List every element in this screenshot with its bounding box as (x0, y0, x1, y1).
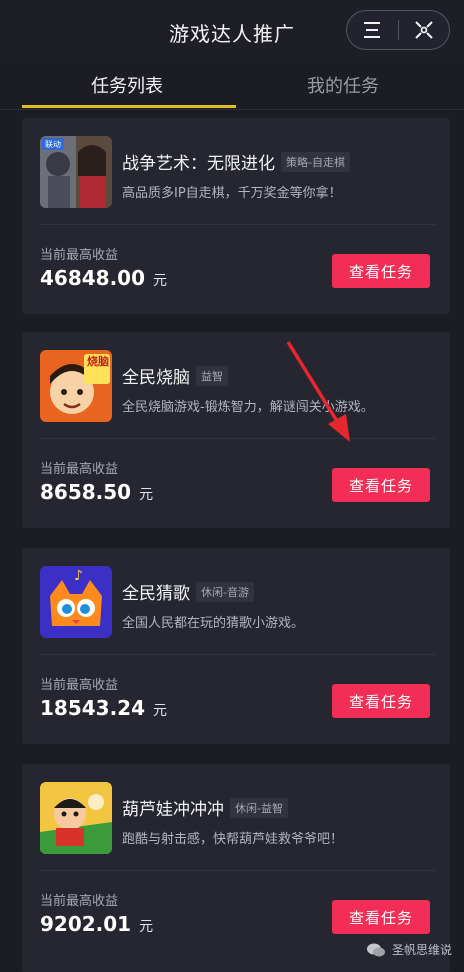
game-description: 全国人民都在玩的猜歌小游戏。 (122, 616, 305, 631)
card-divider (40, 654, 436, 655)
game-name: 战争艺术：无限进化 (122, 154, 275, 174)
view-task-button[interactable]: 查看任务 (332, 684, 430, 718)
header-actions (346, 10, 450, 50)
earnings-unit: 元 (139, 487, 154, 503)
watermark-text: 圣帆思维说 (391, 943, 452, 957)
game-icon-shaonao: 烧脑 (40, 350, 112, 422)
wechat-icon (366, 943, 385, 956)
svg-text:♪: ♪ (74, 568, 83, 584)
earnings-value: 18543.24 (40, 696, 146, 720)
game-icon-caige: ♪ (40, 566, 112, 638)
game-icon-zhanzheng: 联动 (40, 136, 112, 208)
earnings-unit: 元 (153, 273, 168, 289)
earnings-value: 8658.50 (40, 480, 132, 504)
task-card: ♪ 全民猜歌 休闲-音游 全国人民都在玩的猜歌小游戏。 当前最高收益 18543… (22, 548, 450, 744)
earnings-amount: 9202.01 元 (40, 912, 153, 936)
annotation-arrow-icon (286, 341, 350, 442)
earnings-label: 当前最高收益 (40, 894, 119, 909)
tab-bar: 任务列表 我的任务 (0, 58, 464, 110)
icon-caption: 烧脑 (87, 355, 109, 368)
menu-icon (364, 22, 381, 38)
earnings-amount: 18543.24 元 (40, 696, 167, 720)
earnings-amount: 46848.00 元 (40, 266, 167, 290)
game-tag: 益智 (196, 365, 228, 386)
view-task-button[interactable]: 查看任务 (332, 900, 430, 934)
earnings-label: 当前最高收益 (40, 248, 119, 263)
game-tag: 休闲-益智 (230, 797, 288, 818)
earnings-label: 当前最高收益 (40, 462, 119, 477)
earnings-unit: 元 (139, 919, 154, 935)
watermark: 圣帆思维说 (366, 941, 452, 958)
view-task-button[interactable]: 查看任务 (332, 468, 430, 502)
game-title: 全民烧脑 益智 (122, 363, 228, 388)
earnings-value: 9202.01 (40, 912, 132, 936)
tab-task-list[interactable]: 任务列表 (27, 72, 227, 98)
game-name: 葫芦娃冲冲冲 (122, 800, 224, 820)
game-icon-huluwa (40, 782, 112, 854)
tab-my-tasks[interactable]: 我的任务 (243, 72, 443, 98)
card-divider (40, 438, 436, 439)
game-description: 跑酷与射击感，快帮葫芦娃救爷爷吧！ (122, 832, 344, 847)
active-tab-indicator (22, 105, 236, 108)
earnings-label: 当前最高收益 (40, 678, 119, 693)
menu-button[interactable] (347, 11, 398, 49)
game-title: 全民猜歌 休闲-音游 (122, 579, 254, 604)
game-title: 葫芦娃冲冲冲 休闲-益智 (122, 795, 288, 820)
view-task-button[interactable]: 查看任务 (332, 254, 430, 288)
task-card: 烧脑 全民烧脑 益智 全民烧脑游戏-锻炼智力，解谜闯关小游戏。 当前最高收益 8… (22, 332, 450, 528)
close-icon (415, 21, 433, 39)
task-card: 联动 战争艺术：无限进化 策略-自走棋 高品质多IP自走棋，千万奖金等你拿！ 当… (22, 118, 450, 314)
card-divider (40, 224, 436, 225)
svg-text:联动: 联动 (45, 139, 61, 149)
game-tag: 休闲-音游 (196, 581, 254, 602)
header-bar: 游戏达人推广 (0, 0, 464, 58)
earnings-amount: 8658.50 元 (40, 480, 153, 504)
game-description: 高品质多IP自走棋，千万奖金等你拿！ (122, 186, 342, 201)
card-divider (40, 870, 436, 871)
earnings-unit: 元 (153, 703, 168, 719)
game-name: 全民猜歌 (122, 584, 190, 604)
close-button[interactable] (399, 11, 450, 49)
game-title: 战争艺术：无限进化 策略-自走棋 (122, 149, 350, 174)
game-name: 全民烧脑 (122, 368, 190, 388)
game-tag: 策略-自走棋 (281, 151, 350, 172)
earnings-value: 46848.00 (40, 266, 146, 290)
